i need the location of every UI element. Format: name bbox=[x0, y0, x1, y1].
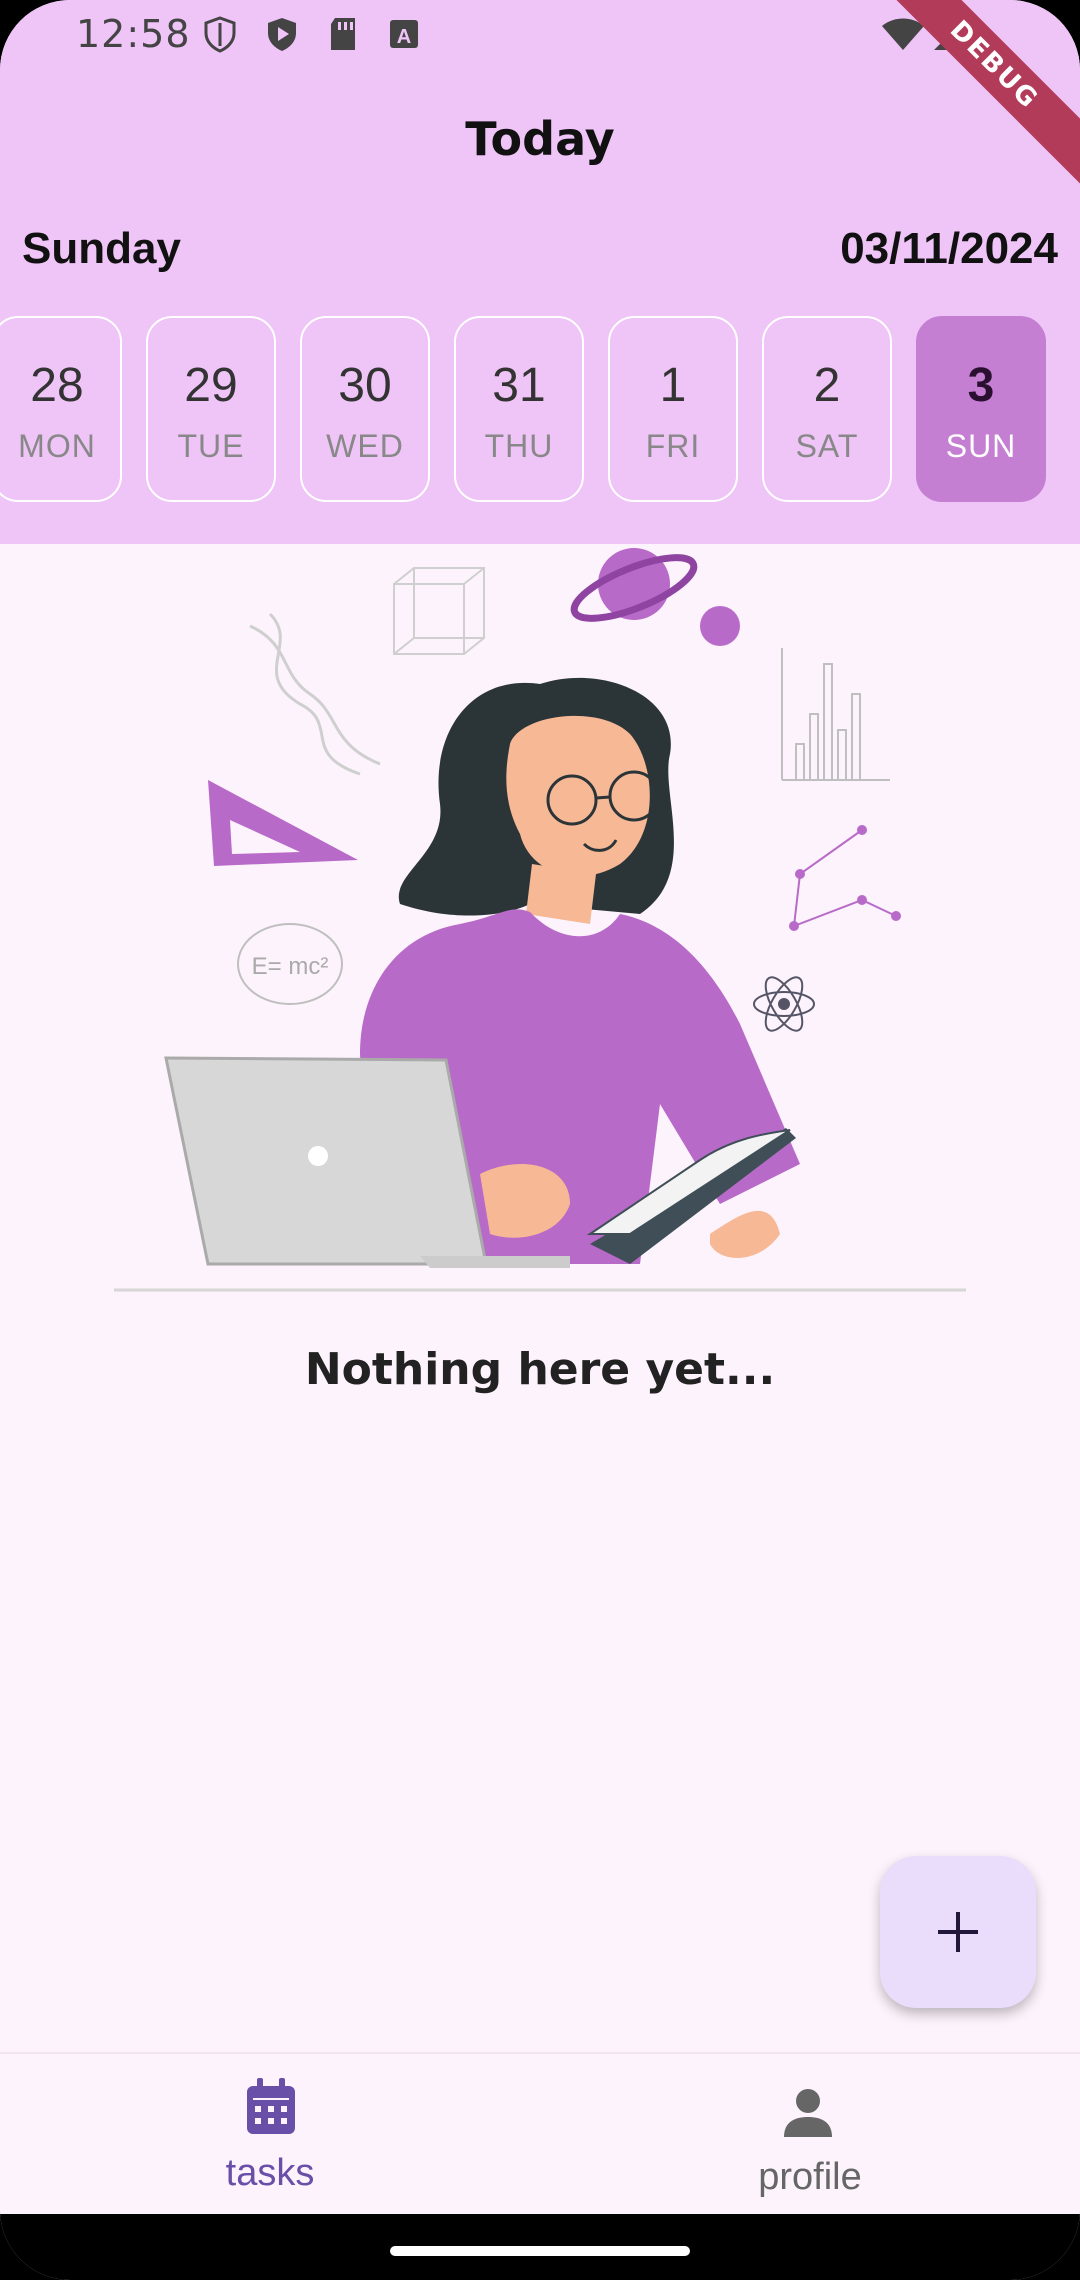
day-abbr: WED bbox=[326, 428, 404, 464]
day-number: 29 bbox=[184, 359, 238, 412]
shield-icon bbox=[204, 16, 236, 53]
bar-chart-sketch bbox=[781, 648, 890, 781]
sd-card-icon bbox=[331, 18, 355, 50]
person-icon bbox=[784, 2089, 832, 2137]
app-screen: 12:58 A DEBUG Today Sunday 03/11/2024 28… bbox=[0, 0, 1080, 2280]
day-abbr: THU bbox=[484, 428, 554, 464]
day-number: 30 bbox=[338, 359, 392, 412]
day-abbr: MON bbox=[18, 428, 96, 464]
triangle-ruler-sketch bbox=[208, 780, 358, 866]
day-number: 31 bbox=[492, 359, 546, 412]
nav-item-tasks[interactable]: tasks bbox=[0, 2054, 540, 2216]
day-card[interactable]: 2 SAT bbox=[762, 316, 892, 502]
day-card[interactable]: 1 FRI bbox=[608, 316, 738, 502]
add-task-button[interactable] bbox=[880, 1856, 1036, 2008]
day-card[interactable]: 30 WED bbox=[300, 316, 430, 502]
plus-icon bbox=[938, 1912, 978, 1952]
page-title: Today bbox=[465, 112, 615, 166]
keyboard-a-icon: A bbox=[390, 20, 418, 48]
planet-sketch bbox=[570, 548, 740, 646]
day-card[interactable]: 31 THU bbox=[454, 316, 584, 502]
day-number: 28 bbox=[30, 359, 84, 412]
day-number: 3 bbox=[967, 359, 995, 412]
svg-text:A: A bbox=[397, 26, 411, 48]
cube-sketch bbox=[393, 567, 485, 655]
constellation-sketch bbox=[789, 825, 901, 931]
day-abbr: FRI bbox=[645, 428, 701, 464]
day-abbr: TUE bbox=[177, 428, 245, 464]
day-number: 2 bbox=[813, 359, 841, 412]
nav-label-profile: profile bbox=[758, 2156, 862, 2198]
selected-date: 03/11/2024 bbox=[840, 224, 1058, 273]
day-abbr: SAT bbox=[795, 428, 859, 464]
nav-label-tasks: tasks bbox=[225, 2152, 315, 2194]
day-abbr: SUN bbox=[945, 428, 1017, 464]
home-indicator[interactable] bbox=[390, 2246, 690, 2256]
formula-text: E= mc² bbox=[252, 953, 329, 980]
bottom-nav: tasks profile bbox=[0, 2052, 1080, 2214]
calendar-icon bbox=[247, 2078, 295, 2134]
header: 12:58 A DEBUG Today Sunday 03/11/2024 28… bbox=[0, 0, 1080, 544]
day-number: 1 bbox=[659, 359, 687, 412]
atom-sketch bbox=[753, 976, 815, 1032]
empty-state-message: Nothing here yet... bbox=[304, 1344, 776, 1395]
nav-item-profile[interactable]: profile bbox=[540, 2054, 1080, 2216]
day-card[interactable]: 29 TUE bbox=[146, 316, 276, 502]
dna-sketch bbox=[249, 612, 381, 776]
status-bar: 12:58 A DEBUG bbox=[0, 0, 1080, 188]
play-shield-icon bbox=[268, 18, 296, 51]
day-card[interactable]: 28 MON bbox=[0, 316, 122, 502]
empty-state-illustration: E= mc² bbox=[114, 548, 966, 1292]
day-strip[interactable]: 28 MON 29 TUE 30 WED 31 THU 1 FRI 2 SAT bbox=[0, 316, 1080, 502]
status-time: 12:58 bbox=[76, 12, 191, 56]
day-card-selected[interactable]: 3 SUN bbox=[916, 316, 1046, 502]
selected-day-name: Sunday bbox=[22, 224, 181, 273]
